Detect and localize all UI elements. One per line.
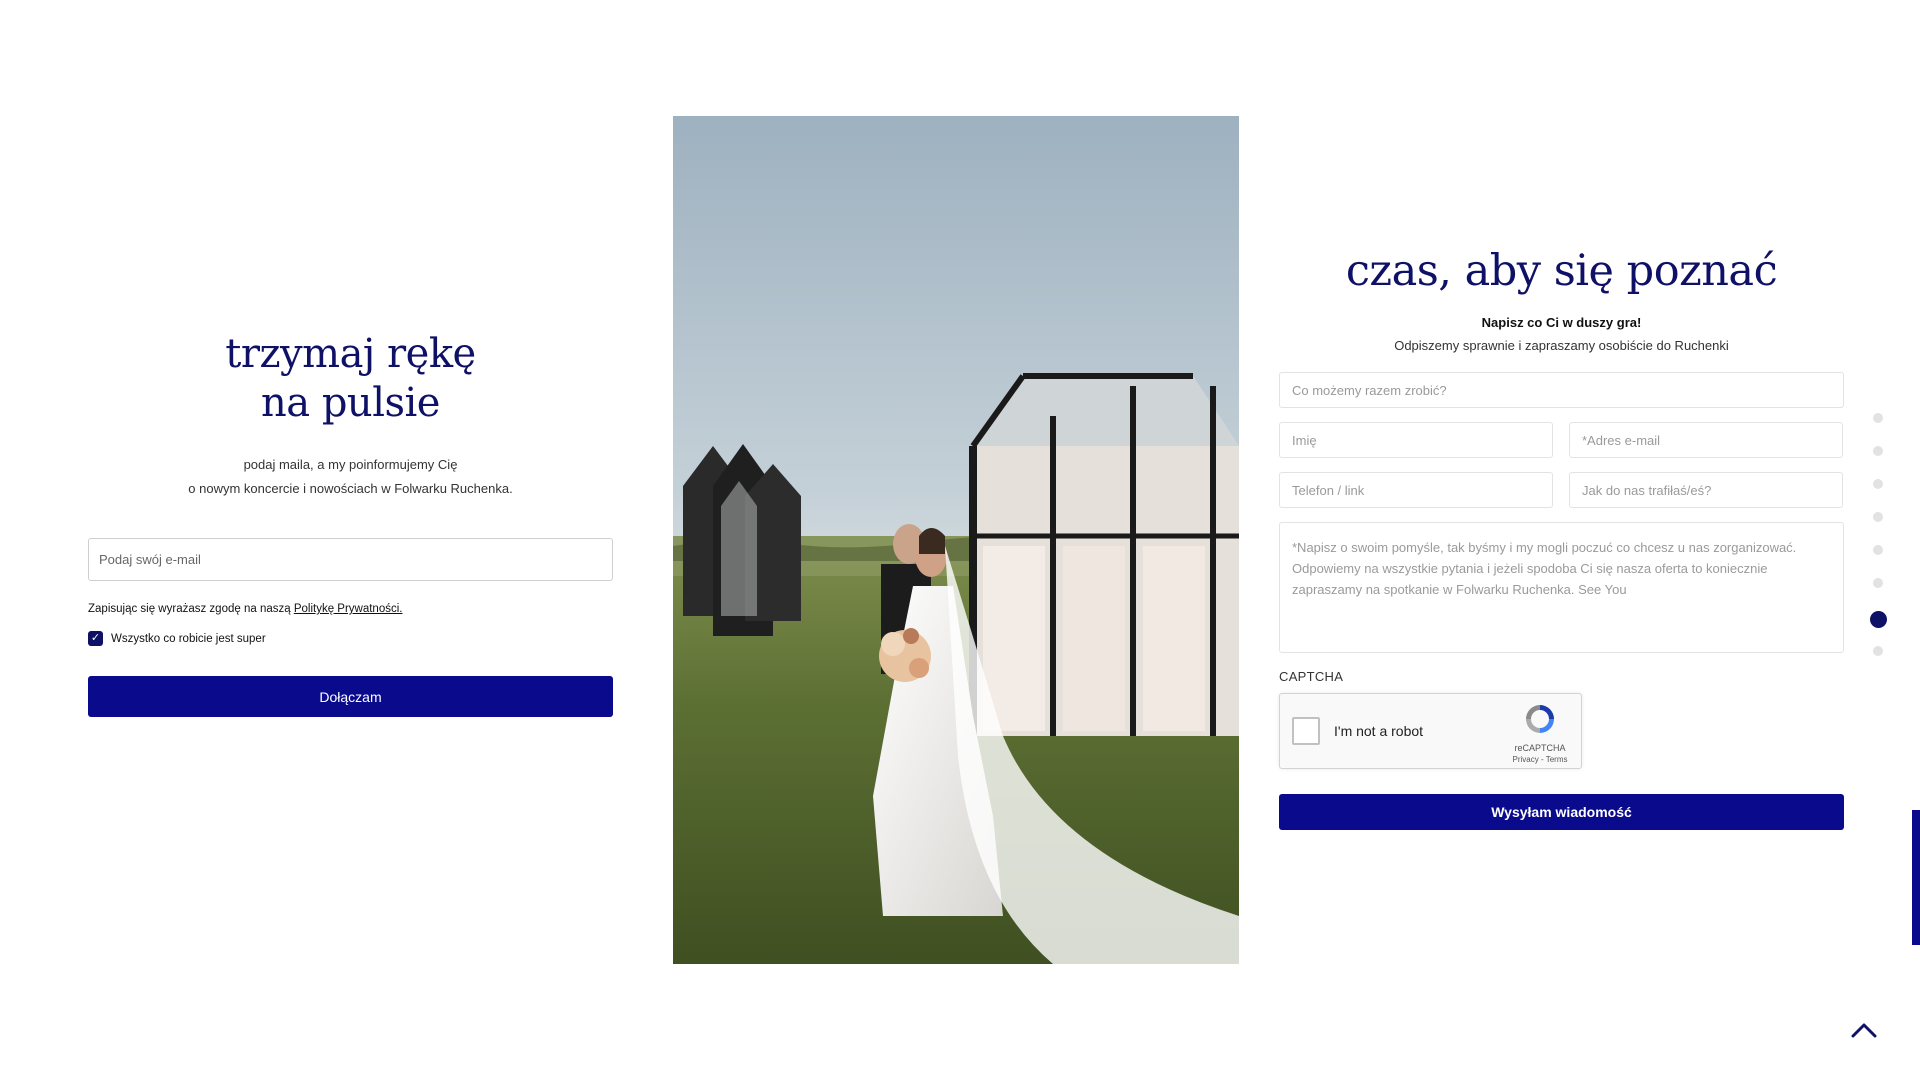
newsletter-title-line1: trzymaj rękę bbox=[225, 331, 476, 377]
recaptcha-privacy-terms[interactable]: Privacy - Terms bbox=[1509, 755, 1571, 764]
send-message-button[interactable]: Wysyłam wiadomość bbox=[1279, 794, 1844, 830]
newsletter-email-input[interactable] bbox=[88, 538, 613, 581]
newsletter-section: trzymaj rękę na pulsie podaj maila, a my… bbox=[88, 330, 613, 717]
check-icon: ✓ bbox=[90, 632, 101, 644]
dot-nav-item-8[interactable] bbox=[1873, 646, 1883, 656]
name-input[interactable] bbox=[1279, 422, 1553, 458]
contact-row-phone-source bbox=[1279, 472, 1844, 508]
recaptcha-checkbox[interactable] bbox=[1292, 717, 1320, 745]
recaptcha-label: I'm not a robot bbox=[1334, 723, 1424, 739]
newsletter-join-button[interactable]: Dołączam bbox=[88, 676, 613, 717]
newsletter-checkbox-row[interactable]: ✓ Wszystko co robicie jest super bbox=[88, 631, 613, 646]
privacy-consent-label: Zapisując się wyrażasz zgodę na naszą bbox=[88, 603, 294, 615]
wedding-photo-illustration bbox=[673, 116, 1239, 964]
dot-nav-item-7-active[interactable] bbox=[1869, 611, 1887, 628]
contact-subtitle: Odpiszemy sprawnie i zapraszamy osobiści… bbox=[1394, 338, 1729, 353]
side-accent-bar bbox=[1912, 810, 1920, 945]
contact-row-name-email bbox=[1279, 422, 1844, 458]
recaptcha-brand-name: reCAPTCHA bbox=[1514, 743, 1566, 753]
dot-nav-item-3[interactable] bbox=[1873, 479, 1883, 489]
newsletter-subtitle: podaj maila, a my poinformujemy Cię o no… bbox=[88, 453, 613, 501]
recaptcha-widget: I'm not a robot reCAPTCHA Privacy - Term… bbox=[1279, 693, 1582, 769]
dot-nav-item-2[interactable] bbox=[1873, 446, 1883, 456]
captcha-label: CAPTCHA bbox=[1279, 669, 1344, 684]
recaptcha-brand: reCAPTCHA Privacy - Terms bbox=[1509, 702, 1571, 764]
section-dot-nav bbox=[1868, 413, 1888, 679]
newsletter-title: trzymaj rękę na pulsie bbox=[88, 330, 613, 428]
phone-input[interactable] bbox=[1279, 472, 1553, 508]
newsletter-checkbox-label: Wszystko co robicie jest super bbox=[111, 632, 266, 645]
newsletter-title-line2: na pulsie bbox=[261, 380, 440, 426]
message-textarea[interactable] bbox=[1279, 522, 1844, 653]
dot-nav-item-1[interactable] bbox=[1873, 413, 1883, 423]
privacy-consent-text: Zapisując się wyrażasz zgodę na naszą Po… bbox=[88, 603, 613, 615]
privacy-policy-link[interactable]: Politykę Prywatności. bbox=[294, 603, 403, 615]
contact-title: czas, aby się poznać bbox=[1345, 246, 1778, 296]
newsletter-subtitle-line2: o nowym koncercie i nowościach w Folwark… bbox=[188, 481, 513, 496]
contact-section: czas, aby się poznać Napisz co Ci w dusz… bbox=[1279, 245, 1844, 830]
recaptcha-logo-icon bbox=[1526, 705, 1554, 733]
topic-input[interactable] bbox=[1279, 372, 1844, 408]
newsletter-checkbox[interactable]: ✓ bbox=[88, 631, 103, 646]
chevron-up-icon bbox=[1851, 1023, 1877, 1038]
dot-nav-item-4[interactable] bbox=[1873, 512, 1883, 522]
dot-nav-item-6[interactable] bbox=[1873, 578, 1883, 588]
contact-lead: Napisz co Ci w duszy gra! bbox=[1481, 315, 1642, 330]
wedding-photo bbox=[673, 116, 1239, 964]
newsletter-subtitle-line1: podaj maila, a my poinformujemy Cię bbox=[243, 457, 458, 472]
back-to-top-button[interactable] bbox=[1850, 1019, 1878, 1041]
dot-nav-item-5[interactable] bbox=[1873, 545, 1883, 555]
source-input[interactable] bbox=[1569, 472, 1843, 508]
email-input[interactable] bbox=[1569, 422, 1843, 458]
